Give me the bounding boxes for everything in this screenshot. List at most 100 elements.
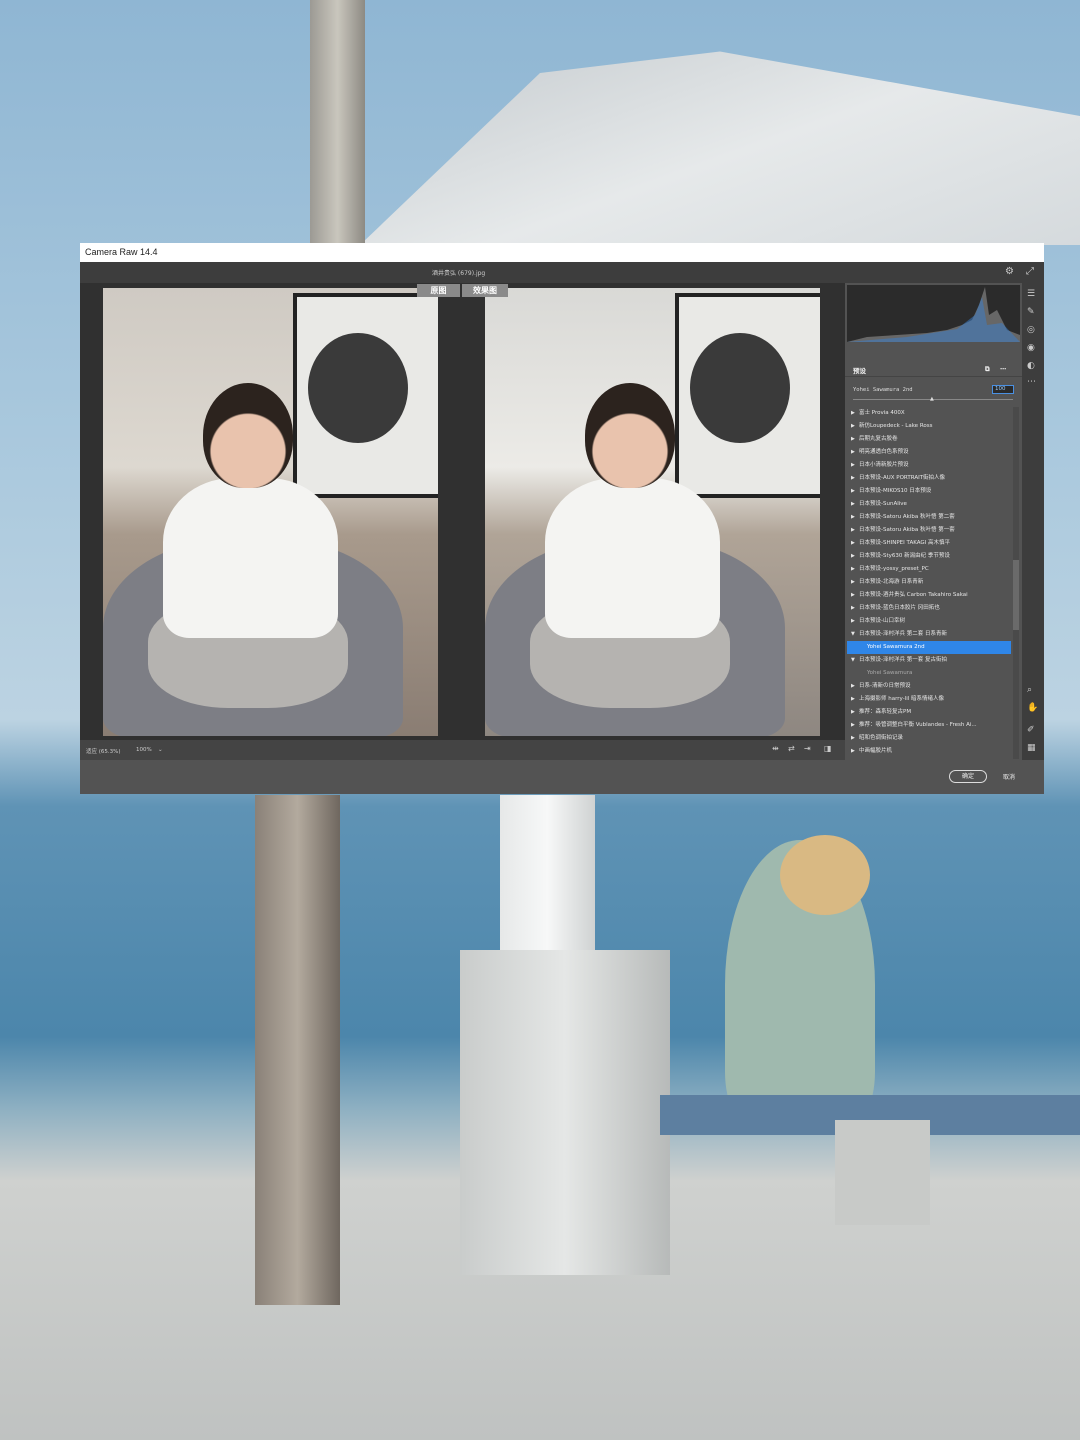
expanded-arrow-icon[interactable]: ▼: [851, 628, 859, 641]
cancel-button[interactable]: 取消: [1003, 772, 1015, 781]
preset-item[interactable]: ▶ 昭和色调街拍记录: [847, 732, 1011, 745]
preset-item[interactable]: ▶ 明亮通透白色系预设: [847, 446, 1011, 459]
preset-item[interactable]: ▶ 日本预设-AUX PORTRAIT街拍人像: [847, 472, 1011, 485]
preset-item[interactable]: ▶ 日本预设-yossy_preset_PC: [847, 563, 1011, 576]
preset-item[interactable]: ▶ 日本预设-蓝色日本胶片 冈田拓也: [847, 602, 1011, 615]
preset-item[interactable]: ▶ 日本预设-Sty630 新潟由纪 季节预设: [847, 550, 1011, 563]
filename: 酒井贵弘 (679).jpg: [432, 270, 486, 277]
preset-item[interactable]: ▶ 上海摄影师 harry-lil 暗系情绪人像: [847, 693, 1011, 706]
more-icon[interactable]: ⋯: [1027, 377, 1036, 387]
preset-item[interactable]: Yohei Sawamura: [847, 667, 1011, 680]
preview-area: 原图 效果图: [80, 283, 845, 740]
collapsed-arrow-icon[interactable]: ▶: [851, 537, 859, 550]
swap-icon[interactable]: ⇄: [788, 744, 795, 753]
gear-icon[interactable]: ⚙: [1005, 266, 1014, 277]
collapsed-arrow-icon[interactable]: ▶: [851, 459, 859, 472]
collapsed-arrow-icon[interactable]: ▶: [851, 524, 859, 537]
collapsed-arrow-icon[interactable]: ▶: [851, 706, 859, 719]
collapsed-arrow-icon[interactable]: ▶: [851, 589, 859, 602]
fit-zoom-button[interactable]: 适应 (65.3%): [86, 747, 121, 755]
expanded-arrow-icon[interactable]: ▼: [851, 654, 859, 667]
more-options-icon[interactable]: ⋯: [1000, 365, 1007, 373]
collapsed-arrow-icon[interactable]: ▶: [851, 498, 859, 511]
preset-item[interactable]: ▶ 中画幅胶片机: [847, 745, 1011, 758]
preset-label: 推荐：吸管调整白平衡 Vublandes - Fresh Ai...: [859, 722, 977, 728]
collapsed-arrow-icon[interactable]: ▶: [851, 576, 859, 589]
presets-title: 预设: [853, 367, 866, 375]
preset-item[interactable]: ▼ 日本预设-泽村洋兵 第二套 日系青新: [847, 628, 1011, 641]
preset-item[interactable]: Yohei Sawamura 2nd: [847, 641, 1011, 654]
collapsed-arrow-icon[interactable]: ▶: [851, 615, 859, 628]
amount-slider-thumb[interactable]: ▲: [930, 396, 934, 402]
collapsed-arrow-icon[interactable]: ▶: [851, 472, 859, 485]
utility-pole-lower: [255, 795, 340, 1305]
collapsed-arrow-icon[interactable]: ▶: [851, 420, 859, 433]
brush-icon[interactable]: ✎: [1027, 307, 1035, 317]
collapsed-arrow-icon[interactable]: ▶: [851, 407, 859, 420]
scrollbar[interactable]: [1013, 407, 1019, 759]
preset-list: ▶ 富士 Provia 400X ▶ 新仿Loupedeck - Lake Ross ▶…: [847, 407, 1011, 759]
collapsed-arrow-icon[interactable]: ▶: [851, 446, 859, 459]
preset-label: 日本预设-AUX PORTRAIT街拍人像: [859, 475, 946, 481]
presets-icon[interactable]: ◐: [1027, 361, 1035, 371]
fullscreen-icon[interactable]: ⤢: [1026, 266, 1034, 277]
preset-item[interactable]: ▶ 日本预设-酒井贵弘 Carbon Takahiro Sakai: [847, 589, 1011, 602]
zoom-100-button[interactable]: 100%: [136, 747, 152, 753]
status-bar: 适应 (65.3%) 100% ⌄ ⇹ ⇄ ⇥ ◨: [80, 740, 845, 760]
before-after-toggle-icon[interactable]: ◨: [824, 744, 832, 753]
ok-button[interactable]: 确定: [949, 770, 987, 783]
preset-item[interactable]: ▼ 日本预设-泽村洋兵 第一套 复古街拍: [847, 654, 1011, 667]
collapsed-arrow-icon[interactable]: ▶: [851, 680, 859, 693]
grid-icon[interactable]: ▦: [1027, 743, 1036, 753]
hand-tool-icon[interactable]: ✋: [1027, 703, 1038, 713]
redeye-icon[interactable]: ◉: [1027, 343, 1035, 353]
preset-label: 日本预设-Satoru Akiba 秋叶悟 第二套: [859, 514, 955, 520]
preset-label: 日本预设-北海游 日系青新: [859, 579, 924, 585]
preset-label: 昭和色调街拍记录: [859, 735, 904, 741]
preset-item[interactable]: ▶ 日本预设-北海游 日系青新: [847, 576, 1011, 589]
preset-item[interactable]: ▶ 日本预设-山口幸树: [847, 615, 1011, 628]
eyedropper-icon[interactable]: ✐: [1027, 725, 1035, 735]
before-photo: [103, 288, 438, 736]
collapsed-arrow-icon[interactable]: ▶: [851, 433, 859, 446]
preset-item[interactable]: ▶ 日本预设-MIKOS10 日本预设: [847, 485, 1011, 498]
collapsed-arrow-icon[interactable]: ▶: [851, 550, 859, 563]
amount-input[interactable]: 100: [992, 385, 1014, 394]
preset-item[interactable]: ▶ 日本预设-SHINPEI TAKAGI 高木慎平: [847, 537, 1011, 550]
collapsed-arrow-icon[interactable]: ▶: [851, 563, 859, 576]
new-preset-icon[interactable]: ⧉: [985, 365, 990, 374]
collapsed-arrow-icon[interactable]: ▶: [851, 485, 859, 498]
preset-item[interactable]: ▶ 日系-清新の日常预设: [847, 680, 1011, 693]
preset-label: 后期丸复古胶卷: [859, 436, 898, 442]
collapsed-arrow-icon[interactable]: ▶: [851, 602, 859, 615]
collapsed-arrow-icon[interactable]: ▶: [851, 693, 859, 706]
presets-panel: 预设 ⧉ ⋯ Yohei Sawamura 2nd 100 ▲ ▶ 富士 Prov…: [845, 283, 1022, 763]
preset-item[interactable]: ▶ 日本预设-SunAlive: [847, 498, 1011, 511]
collapsed-arrow-icon[interactable]: ▶: [851, 511, 859, 524]
collapsed-arrow-icon[interactable]: ▶: [851, 745, 859, 758]
preset-item[interactable]: ▶ 新仿Loupedeck - Lake Ross: [847, 420, 1011, 433]
after-label: 效果图: [462, 284, 508, 297]
preset-label: 日本预设-山口幸树: [859, 618, 905, 624]
preset-label: 日本预设-Sty630 新潟由纪 季节预设: [859, 553, 950, 559]
preset-label: 日本预设-yossy_preset_PC: [859, 566, 929, 572]
copy-settings-icon[interactable]: ⇥: [804, 744, 811, 753]
sliders-icon[interactable]: ☰: [1027, 289, 1035, 299]
preset-item[interactable]: ▶ 富士 Provia 400X: [847, 407, 1011, 420]
preset-item[interactable]: ▶ 推荐：吸管调整白平衡 Vublandes - Fresh Ai...: [847, 719, 1011, 732]
preset-item[interactable]: ▶ 日本预设-Satoru Akiba 秋叶悟 第二套: [847, 511, 1011, 524]
preset-item[interactable]: ▶ 日本预设-Satoru Akiba 秋叶悟 第一套: [847, 524, 1011, 537]
collapsed-arrow-icon[interactable]: ▶: [851, 719, 859, 732]
preset-item[interactable]: ▶ 推荐：森系轻复古PM: [847, 706, 1011, 719]
zoom-dropdown-icon[interactable]: ⌄: [158, 747, 163, 753]
preset-item[interactable]: ▶ 日本小清新胶片预设: [847, 459, 1011, 472]
heal-icon[interactable]: ◎: [1027, 325, 1035, 335]
concrete-pillar: [460, 950, 670, 1275]
compare-view-icon[interactable]: ⇹: [772, 744, 779, 753]
preset-item[interactable]: ▶ 后期丸复古胶卷: [847, 433, 1011, 446]
collapsed-arrow-icon[interactable]: ▶: [851, 732, 859, 745]
preset-label: Yohei Sawamura 2nd: [867, 644, 925, 650]
preset-label: 日本预设-SunAlive: [859, 501, 907, 507]
zoom-tool-icon[interactable]: ⌕: [1027, 685, 1032, 695]
utility-pole: [310, 0, 365, 245]
